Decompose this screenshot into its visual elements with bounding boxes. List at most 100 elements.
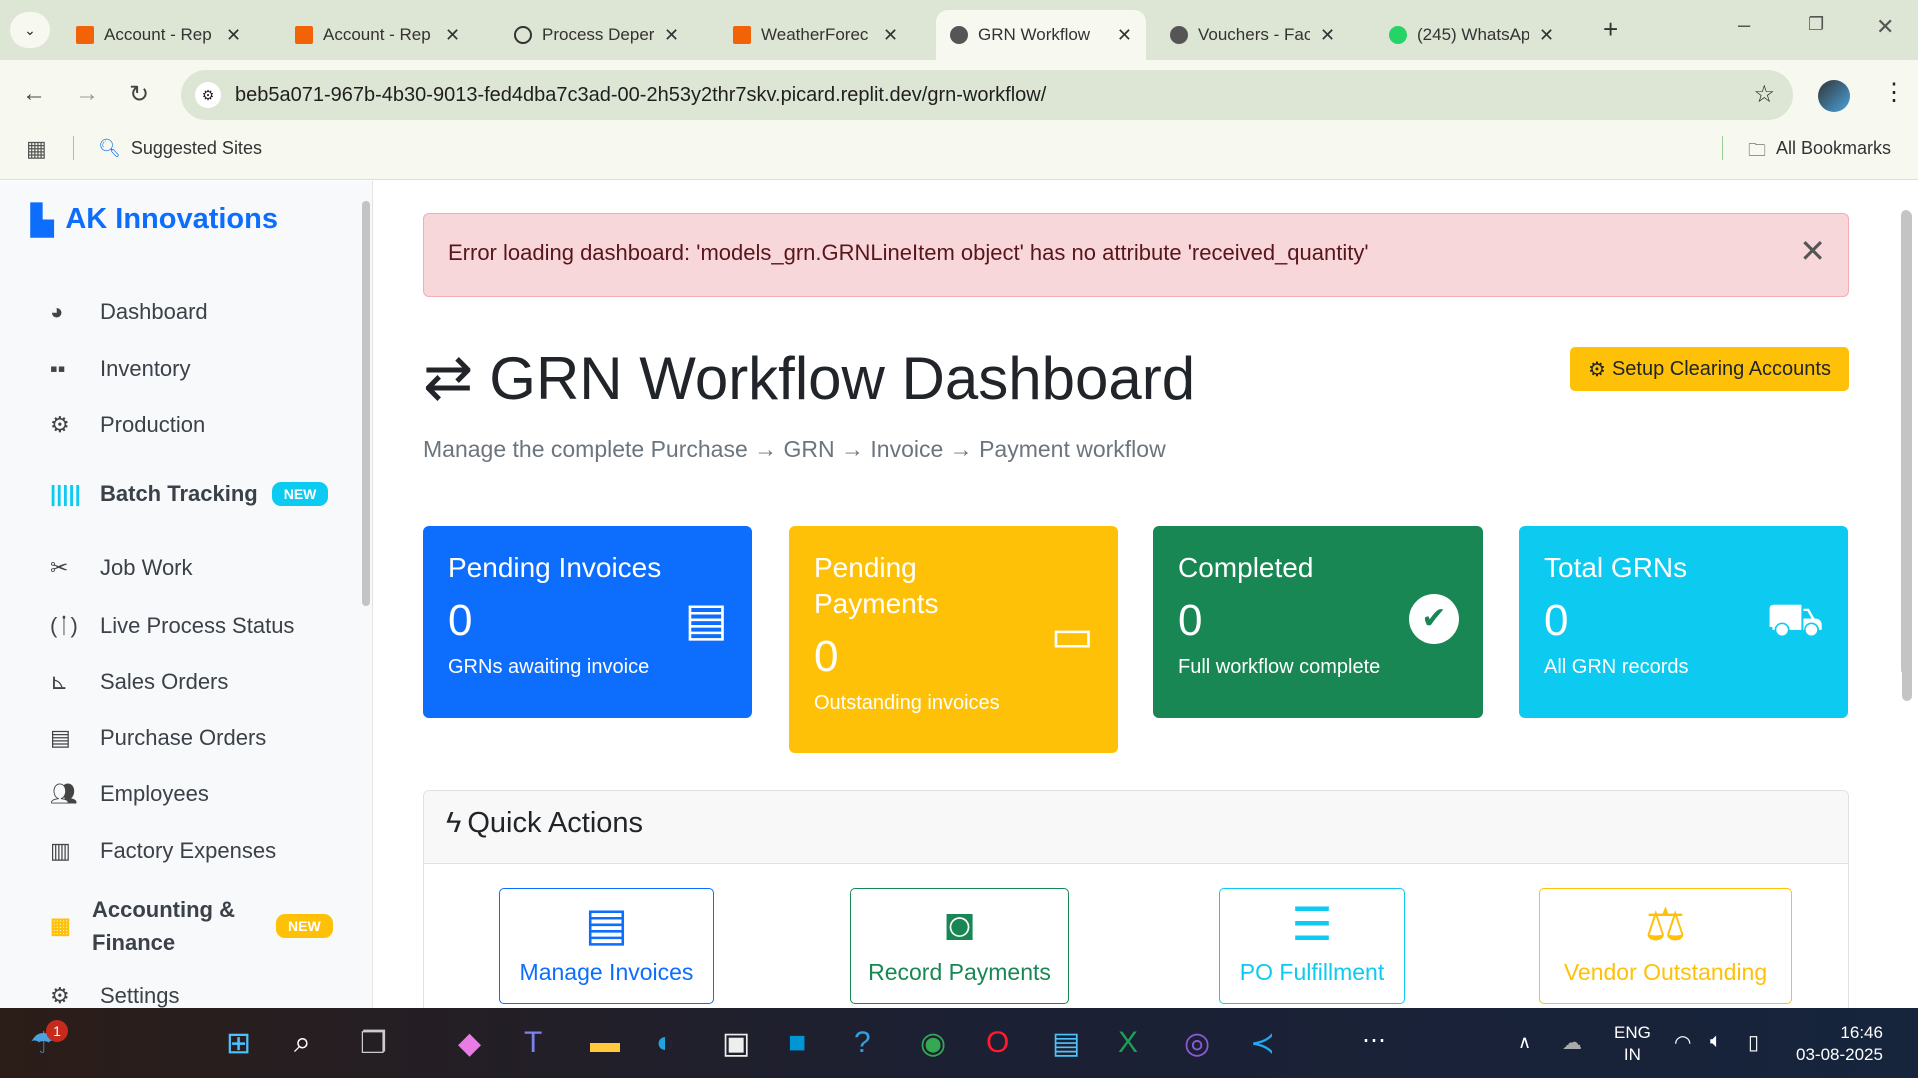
replit-icon [733,26,751,44]
cogs-icon: ⚙ [50,412,70,437]
chrome-icon[interactable]: ◉ [920,1026,946,1061]
close-tab-icon[interactable]: ✕ [226,25,241,46]
pending-payments-card: Pending Payments 0 Outstanding invoices ▭ [789,526,1118,753]
sidebar-item-batch-tracking[interactable]: ||||| Batch Tracking NEW [50,481,329,507]
vscode-icon[interactable]: ≺ [1250,1026,1275,1061]
sidebar-item-sales-orders[interactable]: ⊾ Sales Orders [50,669,228,695]
bookmark-star-icon[interactable]: ☆ [1753,80,1775,109]
close-tab-icon[interactable]: ✕ [445,25,460,46]
sidebar-item-accounting-finance[interactable]: ▦ Accounting & Finance NEW [50,893,333,959]
manage-invoices-button[interactable]: ▤ Manage Invoices [499,888,714,1004]
suggested-sites-bookmark[interactable]: 🔍︎ Suggested Sites [98,138,262,159]
store-icon[interactable]: ▣ [722,1026,750,1061]
sidebar-item-job-work[interactable]: ✂ Job Work [50,555,193,581]
globe-icon [1170,26,1188,44]
show-hidden-icons[interactable]: ∧ [1518,1032,1531,1053]
reload-button[interactable]: ↻ [129,80,149,109]
wifi-icon[interactable]: ◠ [1674,1030,1691,1055]
sidebar-item-employees[interactable]: 👥︎ Employees [50,781,209,807]
truck-icon: ⛟ [1766,593,1824,645]
close-alert-button[interactable]: ✕ [1799,232,1826,270]
excel-icon[interactable]: X [1118,1026,1138,1060]
close-tab-icon[interactable]: ✕ [664,25,679,46]
notepad-icon[interactable]: ▤ [1052,1026,1080,1061]
page-scrollbar-thumb[interactable] [1901,210,1911,675]
help-icon[interactable]: ? [854,1026,871,1060]
close-tab-icon[interactable]: ✕ [883,25,898,46]
myhp-icon[interactable]: ■ [788,1026,806,1060]
task-view-icon[interactable]: ❐ [360,1026,387,1061]
new-badge: NEW [276,914,333,938]
apps-grid-icon[interactable]: ▦ [26,136,47,162]
credit-card-icon: ▭ [1050,609,1094,661]
new-tab-button[interactable]: + [1603,14,1618,45]
sidebar-item-inventory[interactable]: ▪▪ Inventory [50,356,191,382]
language-indicator[interactable]: ENG IN [1614,1022,1651,1066]
sidebar-item-production[interactable]: ⚙ Production [50,412,205,438]
forward-button[interactable]: → [75,80,99,108]
sidebar-item-settings[interactable]: ⚙ Settings [50,983,180,1008]
tab[interactable]: WeatherForec ✕ [719,10,912,60]
sidebar-item-purchase-orders[interactable]: ▤ Purchase Orders [50,725,266,751]
clock[interactable]: 16:46 03-08-2025 [1796,1022,1883,1066]
page-title: ⇄ GRN Workflow Dashboard [423,344,1196,412]
more-apps-icon[interactable]: ⋯ [1362,1026,1386,1055]
menu-icon[interactable]: ⋮ [1882,78,1906,107]
tab[interactable]: Vouchers - Fac ✕ [1156,10,1349,60]
record-payments-button[interactable]: ◙ Record Payments [850,888,1069,1004]
tab[interactable]: Process Deper ✕ [500,10,693,60]
sidebar-item-live-process-status[interactable]: (ᛙ) Live Process Status [50,613,294,639]
close-window-button[interactable]: ✕ [1876,14,1894,40]
profile-avatar[interactable] [1818,80,1850,112]
browser-toolbar: ← → ↻ ⚙ beb5a071-967b-4b30-9013-fed4dba7… [0,60,1918,180]
brand[interactable]: ▙ AK Innovations [31,203,278,238]
copilot-icon[interactable]: ◆ [458,1026,481,1061]
money-bill-icon: ◙ [945,898,974,950]
tab[interactable]: (245) WhatsAp ✕ [1375,10,1568,60]
barcode-icon: ||||| [50,481,81,506]
close-tab-icon[interactable]: ✕ [1117,25,1132,46]
folder-icon: 🗀 [1748,140,1766,160]
tab[interactable]: Account - Rep ✕ [281,10,474,60]
all-bookmarks-button[interactable]: 🗀 All Bookmarks [1748,138,1891,168]
address-bar[interactable]: ⚙ beb5a071-967b-4b30-9013-fed4dba7c3ad-0… [181,70,1793,120]
setup-clearing-accounts-button[interactable]: ⚙ Setup Clearing Accounts [1570,347,1849,391]
chart-line-icon: ⊾ [50,669,69,694]
restore-button[interactable]: ❐ [1808,14,1824,35]
invoice-icon: ▤ [584,898,629,950]
back-button[interactable]: ← [22,80,46,108]
onedrive-icon[interactable]: ☁ [1562,1030,1582,1055]
file-explorer-icon[interactable]: ▬ [590,1026,620,1060]
edge-icon[interactable]: ◐ [656,1026,674,1060]
start-icon[interactable]: ⊞ [226,1026,251,1061]
battery-icon[interactable]: ▯ [1748,1030,1759,1055]
teams-icon[interactable]: T [524,1026,542,1060]
opera-icon[interactable]: O [986,1026,1009,1060]
notification-badge: 1 [46,1020,68,1042]
close-tab-icon[interactable]: ✕ [1539,25,1554,46]
volume-icon[interactable]: 🔈︎ [1710,1030,1722,1053]
globe-icon [950,26,968,44]
sidebar-item-factory-expenses[interactable]: ▥ Factory Expenses [50,838,276,864]
search-icon[interactable]: ⌕ [294,1026,311,1060]
site-info-icon[interactable]: ⚙ [195,82,221,108]
receipt-icon: ▥ [50,838,71,863]
browser-tab-bar: ⌄ Account - Rep ✕ Account - Rep ✕ Process … [0,0,1918,60]
quick-actions-header: ϟ Quick Actions [424,791,1848,864]
tab[interactable]: Account - Rep ✕ [62,10,255,60]
pending-invoices-card: Pending Invoices 0 GRNs awaiting invoice ▤ [423,526,752,718]
tab-active[interactable]: GRN Workflow ✕ [936,10,1146,60]
openai-icon [514,26,532,44]
whatsapp-icon [1389,26,1407,44]
industry-icon: ▙ [31,205,54,237]
minimize-button[interactable]: – [1738,12,1750,38]
po-fulfillment-button[interactable]: ☰ PO Fulfillment [1219,888,1405,1004]
total-grns-card: Total GRNs 0 All GRN records ⛟ [1519,526,1848,718]
sidebar-scrollbar[interactable] [362,201,370,606]
tools-icon: ✂ [50,555,69,580]
tab-search-button[interactable]: ⌄ [10,12,50,48]
close-tab-icon[interactable]: ✕ [1320,25,1335,46]
vendor-outstanding-button[interactable]: ⚖ Vendor Outstanding [1539,888,1792,1004]
sidebar-item-dashboard[interactable]: ◕ Dashboard [50,299,208,325]
github-desktop-icon[interactable]: ◎ [1184,1026,1210,1061]
